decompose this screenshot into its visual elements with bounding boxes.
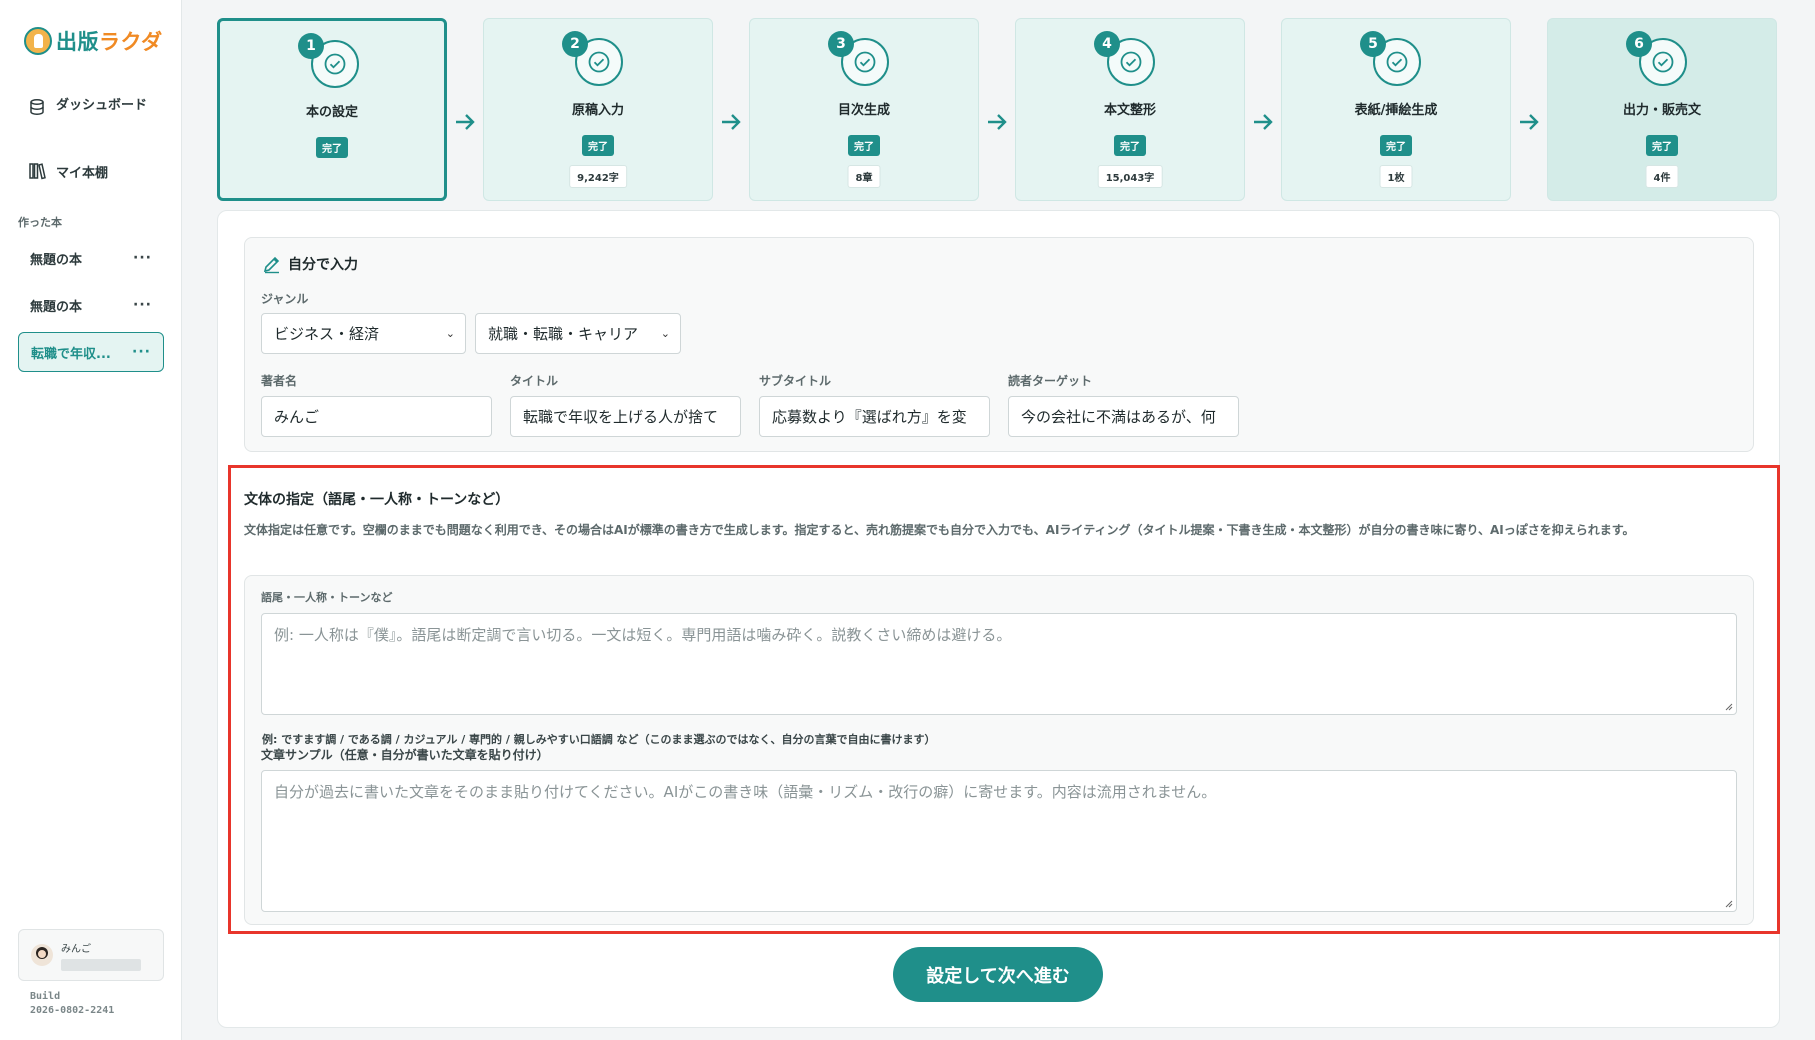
author-input[interactable]: みんご: [261, 396, 492, 437]
step-meta: 9,242字: [569, 165, 627, 188]
title-input[interactable]: 転職で年収を上げる人が捨て: [510, 396, 741, 437]
step-title: 原稿入力: [571, 103, 624, 118]
subtitle-input[interactable]: 応募数より『選ばれ方』を変: [759, 396, 990, 437]
sample-textarea[interactable]: 自分が過去に書いた文章をそのまま貼り付けてください。AIがこの書き味（語彙・リズ…: [261, 770, 1737, 912]
manual-input-heading: 自分で入力: [262, 254, 358, 274]
save-and-next-button[interactable]: 設定して次へ進む: [893, 947, 1103, 1002]
avatar: [31, 944, 53, 966]
step-meta: 4件: [1645, 165, 1679, 188]
user-email-masked: [61, 958, 141, 971]
style-section-description: 文体指定は任意です。空欄のままでも問題なく利用でき、その場合はAIが標準の書き方…: [244, 523, 1635, 537]
tone-textarea[interactable]: 例: 一人称は『僕』。語尾は断定調で言い切る。一文は短く。専門用語は噛み砕く。説…: [261, 613, 1737, 715]
status-badge: 完了: [1380, 135, 1412, 156]
step-meta: 15,043字: [1097, 165, 1163, 188]
user-card[interactable]: みんご: [18, 929, 164, 981]
book-item[interactable]: 無題の本 ···: [18, 285, 164, 325]
sidebar-item-label: マイ本棚: [56, 166, 109, 181]
step-number: 2: [562, 31, 588, 57]
bookshelf-icon: [29, 163, 46, 180]
tone-label: 語尾・一人称・トーンなど: [261, 591, 393, 604]
pencil-icon: [263, 256, 280, 274]
resize-handle-icon[interactable]: [1723, 898, 1733, 908]
logo-text-accent: ラクダ: [99, 30, 163, 54]
status-badge: 完了: [1114, 135, 1146, 156]
step-3[interactable]: 3 目次生成 完了 8章: [749, 18, 979, 201]
book-title: 転職で年収...: [31, 346, 111, 362]
arrow-right-icon: [988, 114, 1007, 130]
step-title: 本の設定: [305, 105, 358, 120]
subtitle-label: サブタイトル: [759, 374, 832, 388]
step-title: 出力・販売文: [1622, 103, 1701, 118]
logo-text-main: 出版: [56, 30, 99, 54]
step-5[interactable]: 5 表紙/挿絵生成 完了 1枚: [1281, 18, 1511, 201]
step-2[interactable]: 2 原稿入力 完了 9,242字: [483, 18, 713, 201]
status-badge: 完了: [1646, 135, 1678, 156]
build-info: Build 2026-0802-2241: [30, 990, 114, 1018]
step-number: 1: [298, 33, 324, 59]
chevron-down-icon: ⌄: [660, 327, 670, 340]
sidebar: 出版ラクダ ダッシュボード マイ本棚 作った本 無題の本 ··· 無題の本 ··…: [0, 0, 182, 1040]
status-badge: 完了: [316, 137, 348, 158]
book-title: 無題の本: [30, 299, 83, 315]
step-title: 本文整形: [1103, 103, 1156, 118]
more-options-icon[interactable]: ···: [132, 344, 151, 360]
arrow-right-icon: [722, 114, 741, 130]
sidebar-item-dashboard[interactable]: ダッシュボード: [28, 98, 158, 116]
step-meta: 1枚: [1379, 165, 1413, 188]
more-options-icon[interactable]: ···: [133, 297, 152, 313]
status-badge: 完了: [848, 135, 880, 156]
subgenre-select[interactable]: 就職・転職・キャリア ⌄: [475, 313, 681, 354]
book-item[interactable]: 無題の本 ···: [18, 238, 164, 278]
app-logo[interactable]: 出版ラクダ: [24, 26, 163, 56]
resize-handle-icon[interactable]: [1723, 701, 1733, 711]
sidebar-item-bookshelf[interactable]: マイ本棚: [28, 162, 158, 181]
author-label: 著者名: [261, 374, 298, 388]
sample-label: 文章サンプル（任意・自分が書いた文章を貼り付け）: [261, 748, 549, 762]
style-section-title: 文体の指定（語尾・一人称・トーンなど）: [244, 492, 510, 508]
step-number: 5: [1360, 31, 1386, 57]
step-progress: 1 本の設定 完了 2 原稿入力 完了 9,242字 3 目次生成 完了 8章 …: [217, 18, 1780, 201]
sidebar-item-label: ダッシュボード: [56, 98, 148, 113]
step-meta: 8章: [847, 165, 881, 188]
status-badge: 完了: [582, 135, 614, 156]
camel-logo-icon: [24, 27, 52, 55]
step-number: 6: [1626, 31, 1652, 57]
section-label-books: 作った本: [18, 216, 62, 229]
build-version: 2026-0802-2241: [30, 1005, 115, 1016]
more-options-icon[interactable]: ···: [133, 250, 152, 266]
arrow-right-icon: [1254, 114, 1273, 130]
step-number: 4: [1094, 31, 1120, 57]
target-input[interactable]: 今の会社に不満はあるが、何: [1008, 396, 1239, 437]
title-label: タイトル: [510, 374, 559, 388]
genre-label: ジャンル: [261, 292, 309, 306]
tone-hint: 例: ですます調 / である調 / カジュアル / 専門的 / 親しみやすい口語…: [262, 733, 936, 746]
arrow-right-icon: [456, 114, 475, 130]
arrow-right-icon: [1520, 114, 1539, 130]
book-item-active[interactable]: 転職で年収... ···: [18, 332, 164, 372]
book-title: 無題の本: [30, 252, 83, 268]
step-title: 目次生成: [837, 103, 890, 118]
step-1[interactable]: 1 本の設定 完了: [217, 18, 447, 201]
chevron-down-icon: ⌄: [445, 327, 455, 340]
step-4[interactable]: 4 本文整形 完了 15,043字: [1015, 18, 1245, 201]
genre-select[interactable]: ビジネス・経済 ⌄: [261, 313, 466, 354]
step-6[interactable]: 6 出力・販売文 完了 4件: [1547, 18, 1777, 201]
user-name: みんご: [61, 943, 91, 955]
database-icon: [30, 99, 44, 115]
build-label: Build: [30, 991, 61, 1002]
target-label: 読者ターゲット: [1008, 374, 1093, 388]
step-number: 3: [828, 31, 854, 57]
step-title: 表紙/挿絵生成: [1354, 103, 1438, 118]
